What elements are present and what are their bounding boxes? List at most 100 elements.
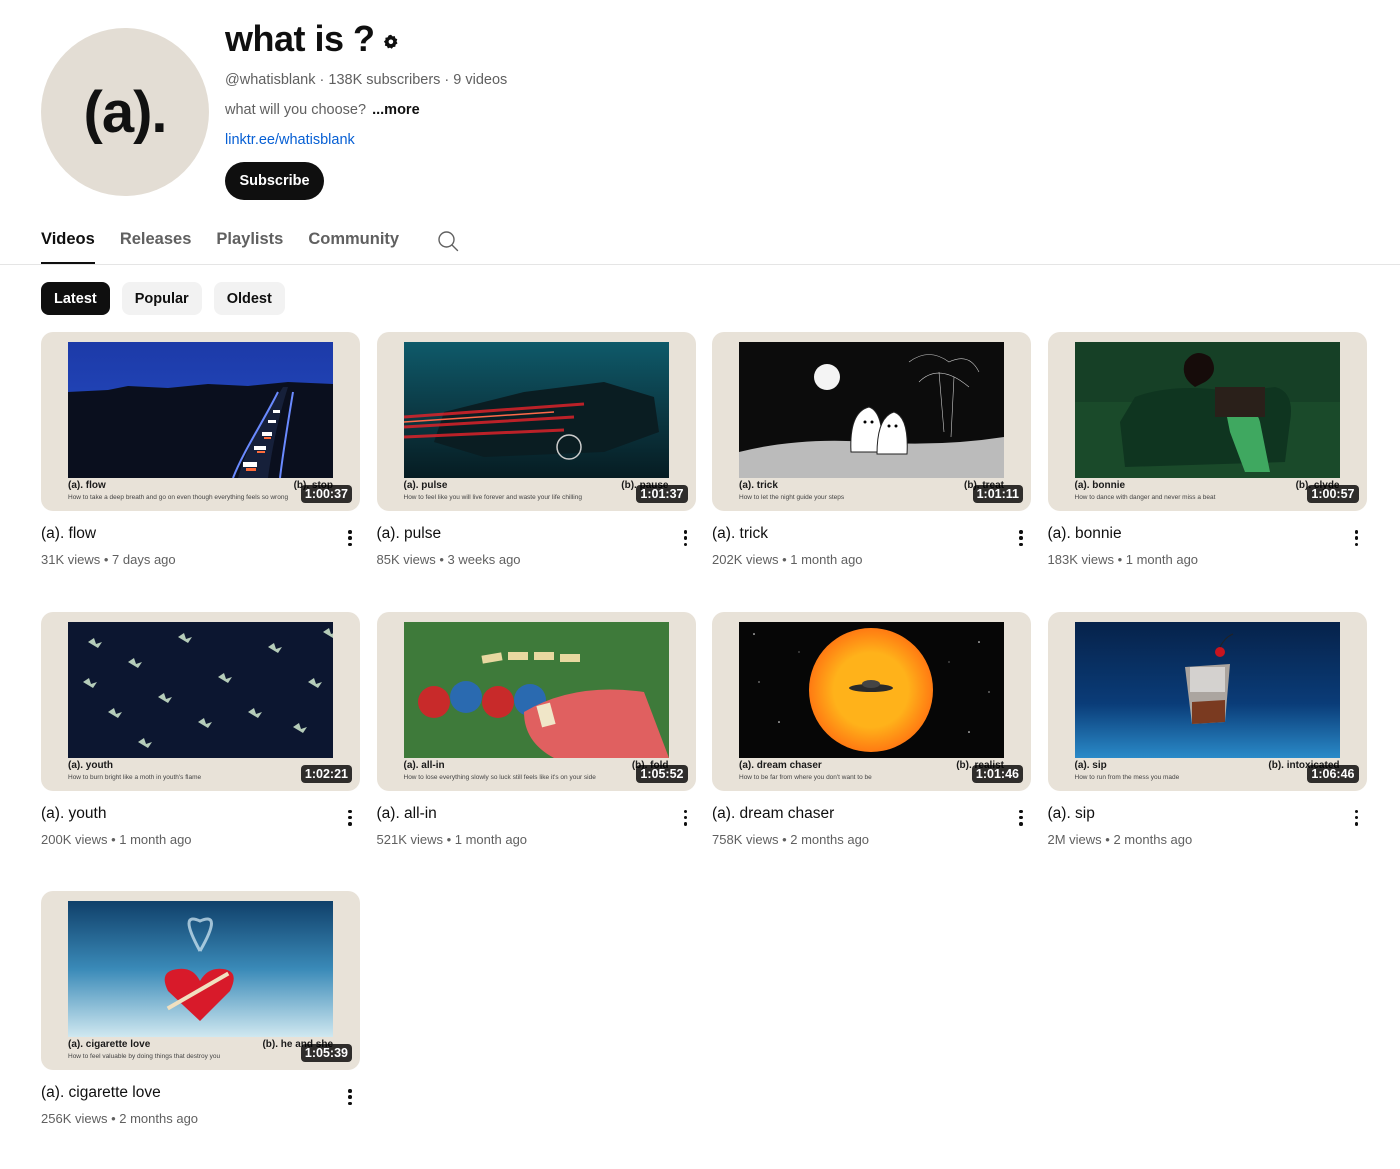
thumbnail-caption-a: (a). all-in xyxy=(403,759,445,771)
video-thumbnail[interactable]: (a). cigarette love How to feel valuable… xyxy=(41,891,360,1070)
video-age: 2 months ago xyxy=(119,1111,199,1126)
description-more-link[interactable]: ...more xyxy=(372,102,420,118)
video-title[interactable]: (a). bonnie xyxy=(1048,525,1367,547)
video-duration: 1:01:46 xyxy=(971,764,1023,783)
thumbnail-artwork xyxy=(403,342,669,478)
video-duration: 1:05:39 xyxy=(300,1044,352,1062)
channel-handle: @whatisblank xyxy=(225,72,316,88)
video-meta: 85K views • 3 weeks ago xyxy=(377,552,696,567)
channel-external-link[interactable]: linktr.ee/whatisblank xyxy=(225,132,355,148)
meta-separator: • xyxy=(1113,552,1126,567)
video-thumbnail[interactable]: (a). pulse How to feel like you will liv… xyxy=(376,332,696,511)
chip-popular[interactable]: Popular xyxy=(121,282,202,315)
video-thumbnail[interactable]: (a). flow How to take a deep breath and … xyxy=(41,332,360,511)
video-duration: 1:01:37 xyxy=(636,485,688,503)
video-title[interactable]: (a). flow xyxy=(41,525,360,547)
thumbnail-artwork xyxy=(68,342,333,478)
more-vert-icon[interactable] xyxy=(1015,528,1027,548)
video-duration: 1:01:11 xyxy=(972,485,1023,503)
thumbnail-artwork xyxy=(1074,342,1340,478)
channel-header: (a). what is ? @whatisblank · 138K subsc… xyxy=(41,18,1361,208)
video-age: 7 days ago xyxy=(112,552,176,567)
video-title[interactable]: (a). pulse xyxy=(377,525,696,547)
video-grid: (a). flow How to take a deep breath and … xyxy=(41,332,1367,1169)
channel-avatar[interactable]: (a). xyxy=(41,28,209,196)
thumbnail-caption-a: (a). trick xyxy=(739,480,778,491)
video-card: (a). bonnie How to dance with danger and… xyxy=(1047,332,1367,612)
video-thumbnail[interactable]: (a). youth How to burn bright like a mot… xyxy=(41,611,360,791)
more-vert-icon[interactable] xyxy=(344,808,356,828)
thumbnail-caption-sub: How to burn bright like a moth in youth'… xyxy=(68,773,202,781)
sort-chips: Latest Popular Oldest xyxy=(41,282,285,315)
video-views: 758K views xyxy=(712,831,779,847)
video-thumbnail[interactable]: (a). dream chaser How to be far from whe… xyxy=(712,611,1031,791)
video-title[interactable]: (a). all-in xyxy=(377,805,696,827)
search-icon[interactable] xyxy=(436,229,460,253)
thumbnail-caption-a: (a). pulse xyxy=(403,480,448,491)
thumbnail-caption-sub: How to dance with danger and never miss … xyxy=(1074,494,1216,501)
video-card: (a). cigarette love How to feel valuable… xyxy=(41,891,360,1169)
video-meta: 202K views • 1 month ago xyxy=(712,552,1031,567)
channel-title: what is ? xyxy=(225,18,375,59)
video-duration: 1:00:57 xyxy=(1307,485,1359,503)
meta-separator: • xyxy=(435,552,448,567)
meta-separator: • xyxy=(107,1111,120,1126)
video-card: (a). dream chaser How to be far from whe… xyxy=(712,611,1031,892)
tab-videos[interactable]: Videos xyxy=(41,226,95,264)
video-meta: 758K views • 2 months ago xyxy=(712,832,1031,847)
more-vert-icon[interactable] xyxy=(1351,808,1363,828)
more-vert-icon[interactable] xyxy=(1015,808,1027,828)
video-card: (a). all-in How to lose everything slowl… xyxy=(376,611,696,892)
more-vert-icon[interactable] xyxy=(680,808,692,828)
meta-separator: · xyxy=(440,72,454,88)
video-age: 2 months ago xyxy=(790,831,870,847)
video-thumbnail[interactable]: (a). sip How to run from the mess you ma… xyxy=(1047,611,1367,791)
thumbnail-artwork xyxy=(739,621,1004,758)
thumbnail-artwork xyxy=(68,621,333,758)
video-thumbnail[interactable]: (a). bonnie How to dance with danger and… xyxy=(1047,332,1367,511)
subscribe-button[interactable]: Subscribe xyxy=(225,162,324,200)
video-title[interactable]: (a). trick xyxy=(712,525,1031,547)
video-title[interactable]: (a). dream chaser xyxy=(712,805,1031,827)
video-card: (a). youth How to burn bright like a mot… xyxy=(41,611,360,892)
video-age: 1 month ago xyxy=(1125,552,1199,567)
more-vert-icon[interactable] xyxy=(1351,528,1363,548)
meta-separator: • xyxy=(107,831,120,847)
video-title[interactable]: (a). sip xyxy=(1048,805,1367,827)
thumbnail-caption-sub: How to run from the mess you made xyxy=(1074,773,1180,781)
video-views: 200K views xyxy=(41,831,108,847)
video-thumbnail[interactable]: (a). trick How to let the night guide yo… xyxy=(712,332,1031,511)
video-duration: 1:02:21 xyxy=(300,764,352,783)
verified-icon xyxy=(383,34,398,49)
more-vert-icon[interactable] xyxy=(344,528,356,548)
video-meta: 200K views • 1 month ago xyxy=(41,832,360,847)
video-views: 31K views xyxy=(41,552,101,567)
subscriber-count: 138K subscribers xyxy=(328,72,441,88)
video-meta: 256K views • 2 months ago xyxy=(41,1111,360,1126)
video-title[interactable]: (a). cigarette love xyxy=(41,1084,360,1106)
video-views: 256K views xyxy=(41,1111,108,1126)
tab-releases[interactable]: Releases xyxy=(120,226,192,264)
thumbnail-caption-a: (a). sip xyxy=(1074,759,1107,771)
video-views: 202K views xyxy=(712,552,779,567)
more-vert-icon[interactable] xyxy=(680,528,692,548)
chip-oldest[interactable]: Oldest xyxy=(213,282,285,315)
tab-community[interactable]: Community xyxy=(308,226,399,264)
thumbnail-caption-a: (a). bonnie xyxy=(1074,480,1126,491)
tabs-divider xyxy=(0,264,1400,265)
video-card: (a). sip How to run from the mess you ma… xyxy=(1047,611,1367,892)
more-vert-icon[interactable] xyxy=(344,1087,356,1107)
video-views: 85K views xyxy=(376,552,436,567)
video-meta: 2M views • 2 months ago xyxy=(1048,832,1367,847)
video-title[interactable]: (a). youth xyxy=(41,805,360,827)
channel-links: linktr.ee/whatisblank xyxy=(225,132,507,148)
video-card: (a). pulse How to feel like you will liv… xyxy=(376,332,696,612)
thumbnail-caption-sub: How to feel like you will live forever a… xyxy=(403,494,582,501)
video-thumbnail[interactable]: (a). all-in How to lose everything slowl… xyxy=(376,611,696,791)
meta-separator: · xyxy=(315,72,329,88)
video-meta: 521K views • 1 month ago xyxy=(377,832,696,847)
tab-playlists[interactable]: Playlists xyxy=(216,226,283,264)
chip-latest[interactable]: Latest xyxy=(41,282,110,315)
thumbnail-caption-sub: How to lose everything slowly so luck st… xyxy=(403,773,596,781)
thumbnail-artwork xyxy=(739,342,1004,478)
